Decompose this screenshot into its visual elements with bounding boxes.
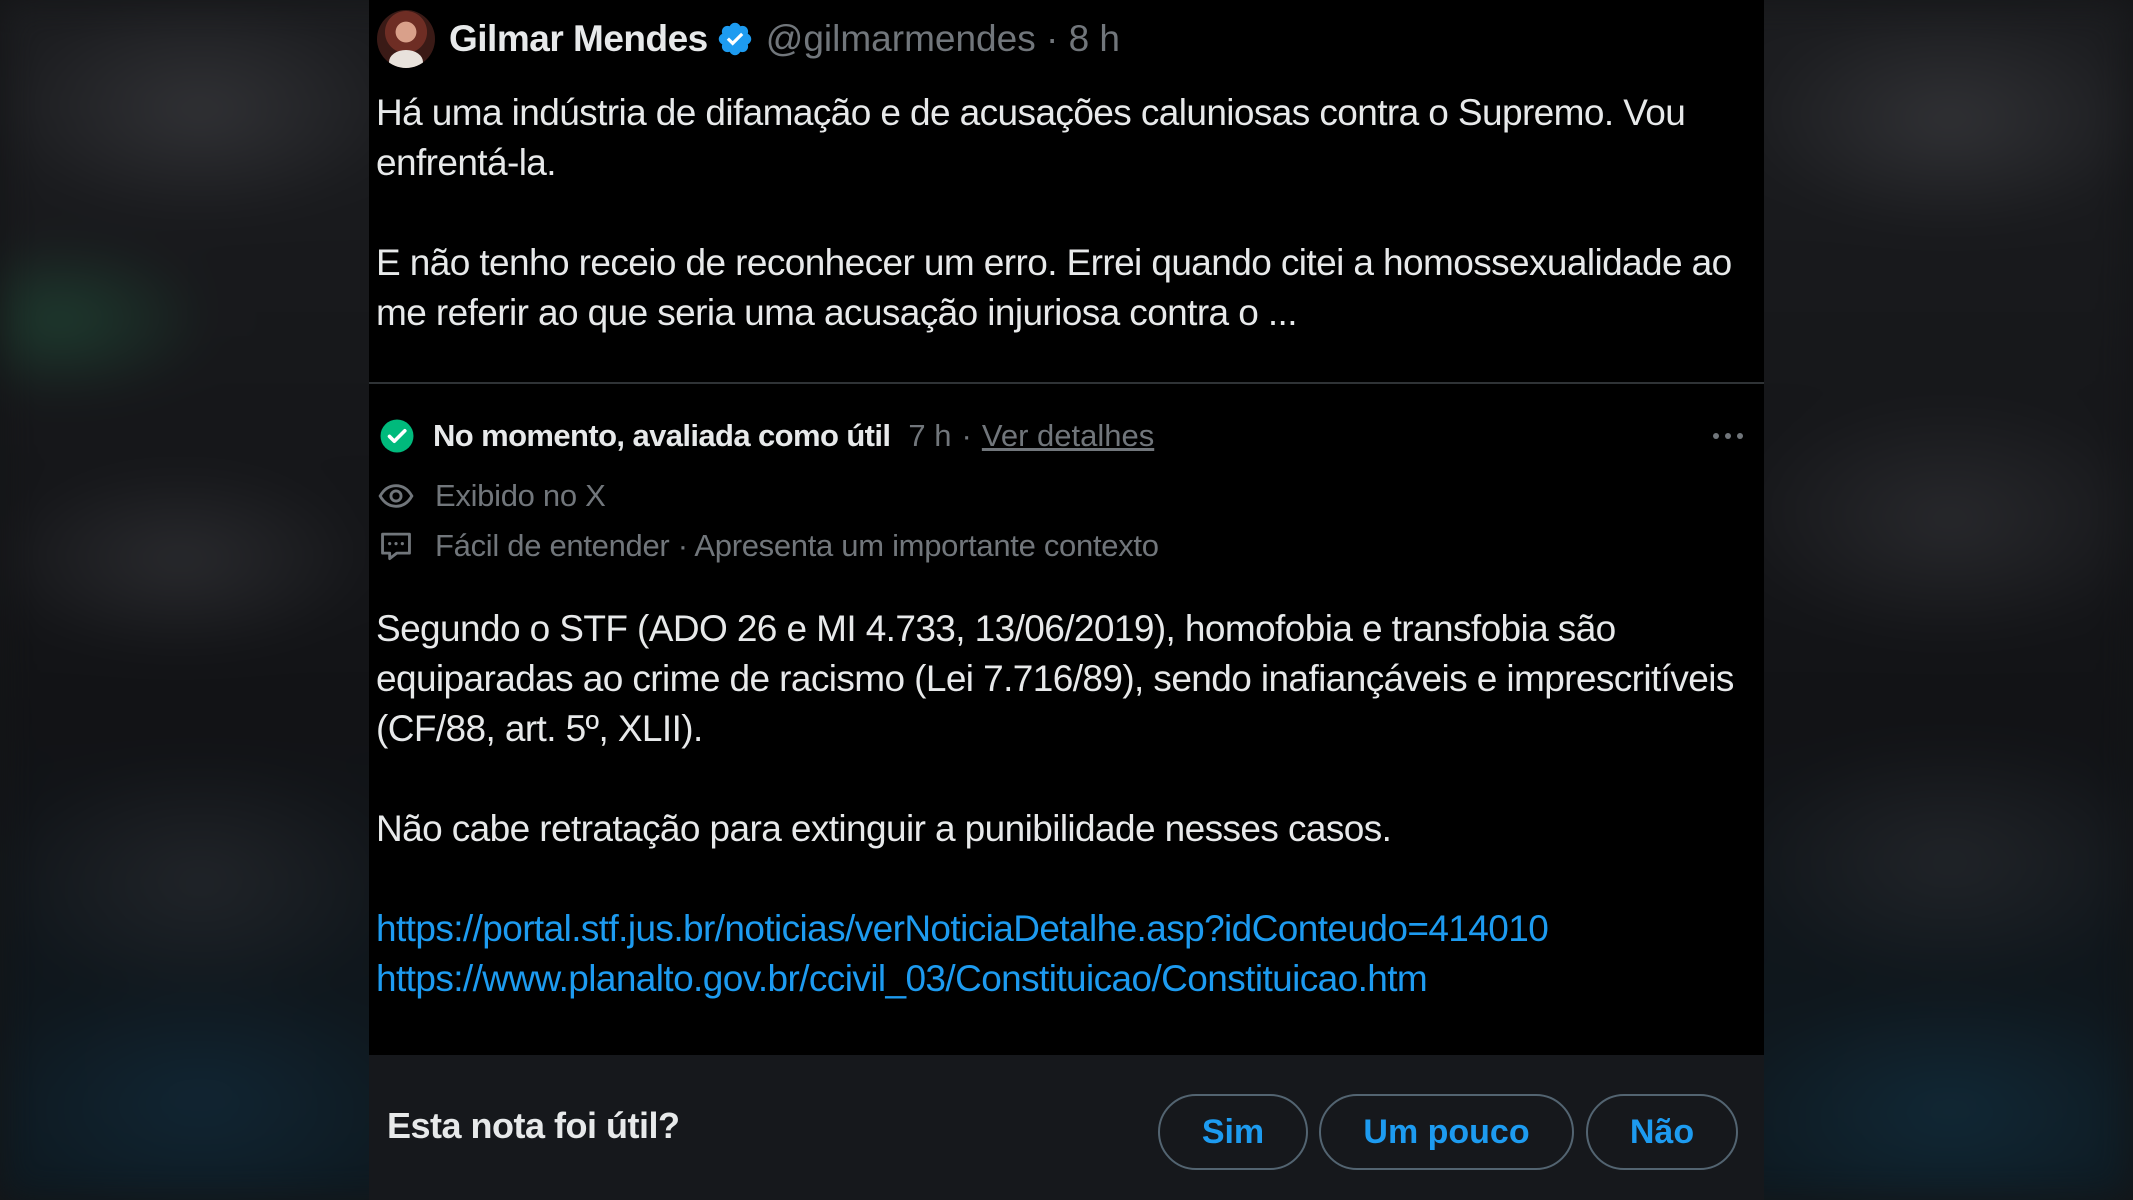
tweet-text[interactable]: Há uma indústria de difamação e de acusa…	[376, 88, 1756, 388]
note-text: Segundo o STF (ADO 26 e MI 4.733, 13/06/…	[376, 604, 1756, 1004]
view-details-link[interactable]: Ver detalhes	[982, 418, 1154, 454]
eye-icon	[378, 484, 414, 508]
note-status-row: No momento, avaliada como útil 7 h · Ver…	[379, 416, 1154, 456]
rating-footer: Esta nota foi útil? Sim Um pouco Não	[369, 1055, 1764, 1200]
planalto-link[interactable]: https://www.planalto.gov.br/ccivil_03/Co…	[376, 954, 1756, 1004]
comment-icon	[381, 532, 411, 561]
note-paragraph: Não cabe retratação para extinguir a pun…	[376, 808, 1392, 849]
shown-on-label: Exibido no X	[435, 478, 606, 513]
avatar[interactable]	[377, 10, 435, 68]
separator: ·	[961, 418, 972, 453]
rating-question: Esta nota foi útil?	[387, 1105, 680, 1146]
note-time: 7 h	[908, 418, 952, 453]
no-button[interactable]: Não	[1586, 1094, 1738, 1170]
yes-button[interactable]: Sim	[1158, 1094, 1308, 1170]
tags-row: Fácil de entender · Apresenta um importa…	[377, 526, 1159, 566]
author-name[interactable]: Gilmar Mendes	[449, 18, 708, 60]
note-status-label: No momento, avaliada como útil	[433, 418, 891, 453]
more-options-icon[interactable]	[1710, 426, 1750, 450]
note-tags: Fácil de entender · Apresenta um importa…	[435, 528, 1159, 563]
somewhat-button[interactable]: Um pouco	[1319, 1094, 1574, 1170]
handle-and-time[interactable]: @gilmarmendes · 8 h	[766, 18, 1120, 60]
check-circle-icon	[380, 419, 414, 453]
tweet-paragraph: E não tenho receio de reconhecer um erro…	[376, 242, 1732, 333]
stf-link[interactable]: https://portal.stf.jus.br/noticias/verNo…	[376, 904, 1756, 954]
verified-badge-icon	[718, 22, 751, 56]
divider	[369, 382, 1764, 384]
tweet-paragraph: Há uma indústria de difamação e de acusa…	[376, 92, 1686, 183]
post-panel: Gilmar Mendes @gilmarmendes · 8 h Há uma…	[369, 0, 1764, 1200]
note-paragraph: Segundo o STF (ADO 26 e MI 4.733, 13/06/…	[376, 608, 1734, 749]
tweet-header: Gilmar Mendes @gilmarmendes · 8 h	[377, 10, 1120, 68]
shown-on-row: Exibido no X	[377, 476, 606, 516]
